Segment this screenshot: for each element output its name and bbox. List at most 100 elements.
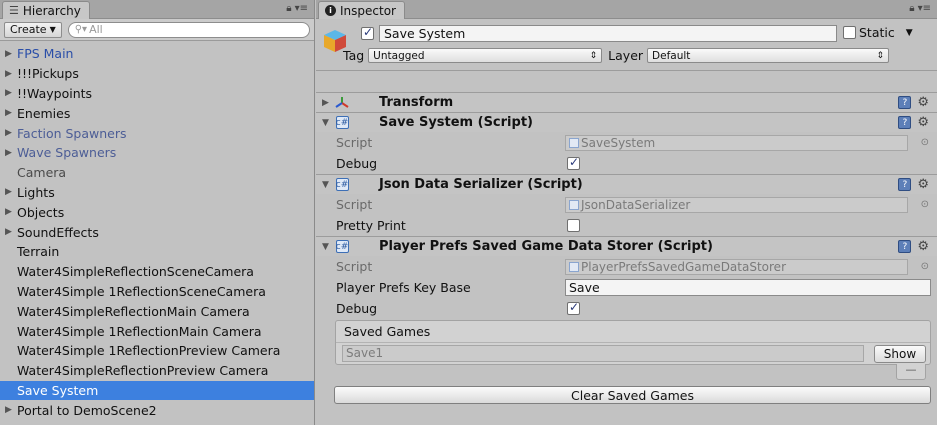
json-script-row: Script JsonDataSerializer ⊙: [316, 194, 937, 215]
object-name-field[interactable]: Save System: [379, 25, 837, 42]
info-icon: i: [325, 5, 336, 16]
layer-dropdown[interactable]: Default ⇕: [647, 48, 890, 63]
dropdown-arrow-icon: ▼: [49, 25, 56, 34]
lock-icon[interactable]: 🔒︎: [909, 3, 914, 14]
save-system-header[interactable]: ▼ c# Save System (Script) ? ⚙: [316, 112, 937, 132]
hierarchy-search-input[interactable]: ⚲▾ All: [67, 21, 310, 38]
expand-arrow-icon[interactable]: ▶: [5, 128, 17, 138]
hierarchy-item[interactable]: ▶ SoundEffects: [0, 222, 314, 242]
script-field[interactable]: SaveSystem: [565, 134, 908, 151]
tab-inspector[interactable]: i Inspector: [318, 1, 405, 19]
expand-arrow-icon[interactable]: ▶: [5, 405, 17, 415]
tab-hierarchy[interactable]: ☰ Hierarchy: [2, 1, 90, 19]
json-serializer-header[interactable]: ▼ c# Json Data Serializer (Script) ? ⚙: [316, 174, 937, 194]
fold-arrow-icon[interactable]: ▼: [322, 242, 334, 252]
object-picker-icon[interactable]: ⊙: [921, 199, 929, 210]
fold-arrow-icon[interactable]: ▶: [322, 98, 334, 108]
expand-arrow-icon[interactable]: ▶: [5, 88, 17, 98]
hierarchy-tab-menu[interactable]: 🔒︎ ▾≡: [286, 3, 308, 14]
hierarchy-item[interactable]: Terrain: [0, 242, 314, 262]
object-picker-icon[interactable]: ⊙: [921, 137, 929, 148]
hierarchy-item[interactable]: ▶ FPS Main: [0, 44, 314, 64]
script-field[interactable]: JsonDataSerializer: [565, 196, 908, 213]
script-value: PlayerPrefsSavedGameDataStorer: [581, 259, 786, 274]
show-button[interactable]: Show: [874, 344, 926, 363]
hierarchy-item-label: Faction Spawners: [17, 125, 127, 141]
create-button[interactable]: Create ▼: [4, 21, 62, 38]
expand-arrow-icon[interactable]: ▶: [5, 69, 17, 79]
tag-label: Tag: [343, 48, 365, 63]
hierarchy-item[interactable]: Save System: [0, 380, 314, 401]
help-icon[interactable]: ?: [898, 96, 912, 109]
clear-saved-games-button[interactable]: Clear Saved Games: [334, 386, 931, 404]
expand-arrow-icon[interactable]: ▶: [5, 148, 17, 158]
static-toggle[interactable]: Static ▼: [843, 25, 913, 40]
player-prefs-debug-row: Debug: [316, 298, 937, 319]
gear-icon[interactable]: ⚙: [917, 115, 929, 130]
hierarchy-item-label: Portal to DemoScene2: [17, 402, 157, 418]
menu-icon[interactable]: ▾≡: [918, 3, 931, 14]
hierarchy-item[interactable]: ▶ !!!Pickups: [0, 64, 314, 84]
tab-inspector-label: Inspector: [340, 3, 396, 18]
hierarchy-item-label: Lights: [17, 184, 55, 200]
transform-header[interactable]: ▶ Transform ? ⚙: [316, 92, 937, 112]
tag-dropdown[interactable]: Untagged ⇕: [368, 48, 603, 63]
pretty-print-checkbox[interactable]: [567, 219, 580, 232]
hierarchy-item[interactable]: ▶ !!Waypoints: [0, 84, 314, 104]
hierarchy-item[interactable]: Water4Simple 1ReflectionSceneCamera: [0, 282, 314, 302]
hierarchy-item[interactable]: ▶ Wave Spawners: [0, 143, 314, 163]
gear-icon[interactable]: ⚙: [917, 177, 929, 192]
hierarchy-toolbar: Create ▼ ⚲▾ All: [0, 19, 314, 41]
inspector-tab-menu[interactable]: 🔒︎ ▾≡: [909, 3, 931, 14]
fold-arrow-icon[interactable]: ▼: [322, 180, 334, 190]
help-icon[interactable]: ?: [898, 116, 912, 129]
hierarchy-item[interactable]: ▶ Lights: [0, 183, 314, 203]
lock-icon[interactable]: 🔒︎: [286, 3, 291, 14]
object-picker-icon[interactable]: ⊙: [921, 261, 929, 272]
debug-label: Debug: [336, 156, 378, 171]
key-base-label: Player Prefs Key Base: [336, 280, 471, 295]
expand-arrow-icon[interactable]: ▶: [5, 207, 17, 217]
help-icon[interactable]: ?: [898, 178, 912, 191]
expand-arrow-icon[interactable]: ▶: [5, 187, 17, 197]
script-label: Script: [336, 197, 373, 212]
saved-game-field: Save1: [342, 345, 864, 362]
key-base-field[interactable]: Save: [565, 279, 931, 296]
debug-checkbox[interactable]: [567, 155, 580, 170]
hierarchy-item[interactable]: ▶ Faction Spawners: [0, 123, 314, 143]
transform-icon: [334, 95, 350, 111]
player-prefs-header[interactable]: ▼ c# Player Prefs Saved Game Data Storer…: [316, 236, 937, 256]
expand-arrow-icon[interactable]: ▶: [5, 49, 17, 59]
gear-icon[interactable]: ⚙: [917, 95, 929, 110]
hierarchy-item[interactable]: ▶ Enemies: [0, 103, 314, 123]
gameobject-header: Save System Static ▼ Tag Untagged ⇕ Laye…: [316, 19, 937, 71]
hierarchy-item[interactable]: Water4SimpleReflectionMain Camera: [0, 301, 314, 321]
chevron-down-icon[interactable]: ▼: [906, 28, 913, 38]
expand-arrow-icon[interactable]: ▶: [5, 227, 17, 237]
active-checkbox[interactable]: [361, 25, 374, 40]
remove-item-button[interactable]: —: [896, 364, 926, 380]
menu-icon[interactable]: ▾≡: [295, 3, 308, 14]
expand-arrow-icon[interactable]: ▶: [5, 108, 17, 118]
player-prefs-script-row: Script PlayerPrefsSavedGameDataStorer ⊙: [316, 256, 937, 277]
hierarchy-item[interactable]: Water4SimpleReflectionSceneCamera: [0, 262, 314, 282]
search-placeholder: All: [89, 23, 103, 36]
hierarchy-item[interactable]: Water4Simple 1ReflectionPreview Camera: [0, 341, 314, 361]
help-icon[interactable]: ?: [898, 240, 912, 253]
list-icon: ☰: [9, 4, 19, 17]
list-item: Save1 Show: [336, 343, 930, 364]
debug-checkbox[interactable]: [567, 300, 580, 315]
hierarchy-item[interactable]: ▶ Portal to DemoScene2: [0, 400, 314, 420]
hierarchy-item[interactable]: ▶ Objects: [0, 202, 314, 222]
gear-icon[interactable]: ⚙: [917, 239, 929, 254]
hierarchy-item-label: Water4SimpleReflectionPreview Camera: [17, 363, 269, 379]
static-checkbox[interactable]: [843, 26, 856, 39]
hierarchy-item[interactable]: Camera: [0, 163, 314, 183]
hierarchy-item[interactable]: Water4Simple 1ReflectionMain Camera: [0, 321, 314, 341]
hierarchy-item-label: Water4SimpleReflectionSceneCamera: [17, 264, 254, 280]
hierarchy-item[interactable]: Water4SimpleReflectionPreview Camera: [0, 361, 314, 381]
script-field[interactable]: PlayerPrefsSavedGameDataStorer: [565, 258, 908, 275]
fold-arrow-icon[interactable]: ▼: [322, 118, 334, 128]
save-system-script-row: Script SaveSystem ⊙: [316, 132, 937, 153]
hierarchy-item-label: Water4Simple 1ReflectionSceneCamera: [17, 283, 266, 299]
